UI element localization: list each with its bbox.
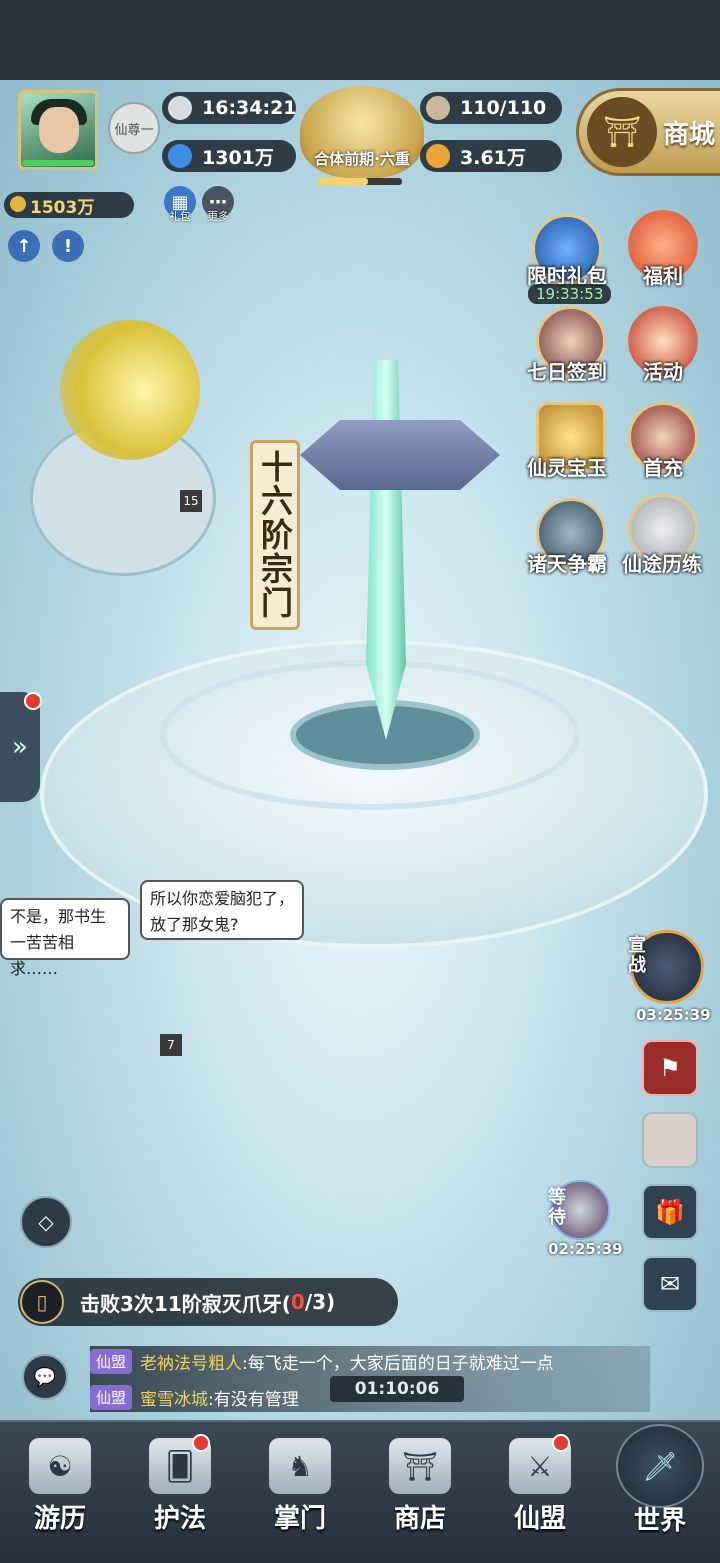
mail-icon[interactable]: ✉ xyxy=(642,1256,698,1312)
npc-dialog-right: 所以你恋爱脑犯了，放了那女鬼? xyxy=(140,880,304,940)
stamina-pill[interactable]: 110/110 xyxy=(420,92,562,124)
tower-level-badge: 7 xyxy=(160,1034,182,1056)
jade-label: 仙灵宝玉 xyxy=(527,456,607,480)
avatar-face xyxy=(39,107,79,153)
nav-alliance[interactable]: ⚔ 仙盟 xyxy=(480,1422,600,1563)
quest-text: 击败3次11阶寂灭爪牙( xyxy=(80,1291,291,1316)
realm-label: 合体前期·六重 xyxy=(314,150,410,168)
quest-total: /3) xyxy=(304,1290,336,1314)
beast-icon: ♞ xyxy=(269,1438,331,1494)
realm-progress-bar xyxy=(318,178,402,185)
elder-portrait-icon[interactable] xyxy=(642,1112,698,1168)
npc-dialog-left: 不是，那书生一苦苦相求…… xyxy=(0,898,130,978)
rank-badge[interactable]: 仙尊一 xyxy=(108,102,160,154)
nav-store[interactable]: ⛩ 商店 xyxy=(360,1422,480,1563)
quest-progress: 0 xyxy=(290,1290,305,1314)
chat-sender[interactable]: 蜜雪冰城 xyxy=(140,1385,208,1410)
nav-world[interactable]: 🗡 世界 xyxy=(600,1422,720,1563)
gold-pill[interactable]: 1503万 xyxy=(4,192,134,218)
welfare-label: 福利 xyxy=(643,264,683,288)
nav-label: 掌门 xyxy=(273,1504,326,1534)
bundle-icon[interactable]: 🎁 xyxy=(642,1184,698,1240)
nav-label: 商店 xyxy=(393,1504,446,1534)
person-icon xyxy=(426,96,450,120)
chat-message: 仙盟 老衲法号粗人 :每飞走一个，大家后面的日子就难过一点 xyxy=(90,1346,650,1376)
nav-label: 仙盟 xyxy=(513,1504,566,1534)
golden-moon-ornament xyxy=(60,320,200,460)
quest-scroll-icon: ▯ xyxy=(20,1280,64,1324)
top-safe-area xyxy=(0,0,720,80)
moon-icon xyxy=(168,96,192,120)
first-recharge-label: 首充 xyxy=(643,456,683,480)
side-tab-badge xyxy=(24,692,42,710)
trial-label: 仙途历练 xyxy=(622,552,702,576)
nav-label: 游历 xyxy=(33,1504,86,1534)
wait-timer: 02:25:39 xyxy=(548,1240,623,1258)
player-avatar[interactable] xyxy=(18,90,98,170)
nav-badge xyxy=(552,1434,570,1452)
yinyang-icon: ☯ xyxy=(29,1438,91,1494)
wait-label: 等待 xyxy=(548,1187,566,1228)
nav-badge xyxy=(192,1434,210,1452)
chevron-right-icon: » xyxy=(12,732,28,762)
player-hp-bar xyxy=(22,160,94,166)
spirit-stone-icon xyxy=(168,144,192,168)
gift-label: 礼包 xyxy=(169,210,191,223)
sword-guard xyxy=(300,420,500,490)
diamond-icon[interactable]: ◇ xyxy=(20,1196,72,1248)
power-value: 3.61万 xyxy=(460,146,526,169)
island-level-badge: 15 xyxy=(180,490,202,512)
chat-timer: 01:10:06 xyxy=(330,1376,464,1402)
chat-channel-tag: 仙盟 xyxy=(90,1384,133,1410)
gold-value: 1503万 xyxy=(30,197,95,218)
chat-channel-tag: 仙盟 xyxy=(90,1348,133,1374)
flame-plus-icon xyxy=(426,144,450,168)
chat-text: :每飞走一个，大家后面的日子就难过一点 xyxy=(242,1353,554,1374)
spirit-stone-value: 1301万 xyxy=(202,146,274,169)
war-timer: 03:25:39 xyxy=(636,1006,711,1024)
time-pill: 16:34:21 xyxy=(162,92,297,124)
nav-guardian[interactable]: 🂠 护法 xyxy=(120,1422,240,1563)
gold-icon xyxy=(10,196,26,212)
mall-label: 商城 xyxy=(663,119,716,150)
more-label: 更多 xyxy=(207,210,229,223)
quest-tracker[interactable]: ▯ 击败3次11阶寂灭爪牙(0/3) xyxy=(18,1278,398,1326)
bottom-nav: ☯ 游历 🂠 护法 ♞ 掌门 ⛩ 商店 ⚔ 仙盟 🗡 世界 xyxy=(0,1420,720,1563)
checkin-label: 七日签到 xyxy=(527,360,607,384)
warning-icon[interactable]: ! xyxy=(52,230,84,262)
spirit-stone-pill[interactable]: 1301万 xyxy=(162,140,296,172)
chat-icon[interactable]: 💬 xyxy=(22,1354,68,1400)
war-label: 宣战 xyxy=(628,935,646,976)
flag-icon[interactable]: ⚑ xyxy=(642,1040,698,1096)
activity-label: 活动 xyxy=(643,360,683,384)
sect-level-banner[interactable]: 十六阶宗门 xyxy=(250,440,300,630)
power-pill[interactable]: 3.61万 xyxy=(420,140,562,172)
sword-icon: 🗡 xyxy=(616,1424,704,1508)
time-value: 16:34:21 xyxy=(202,97,297,119)
nav-label: 护法 xyxy=(153,1504,206,1534)
nav-label: 世界 xyxy=(633,1506,686,1536)
realm-progress-fill xyxy=(318,178,369,185)
mall-button[interactable]: ⛩ 商城 xyxy=(576,88,720,176)
pavilion-icon: ⛩ xyxy=(389,1438,451,1494)
chat-text: :有没有管理 xyxy=(208,1389,299,1410)
limited-gift-timer: 19:33:53 xyxy=(528,284,612,304)
nav-sect-master[interactable]: ♞ 掌门 xyxy=(240,1422,360,1563)
chat-sender[interactable]: 老衲法号粗人 xyxy=(140,1349,242,1374)
pavilion-icon: ⛩ xyxy=(587,97,657,167)
upgrade-arrow-icon[interactable]: ↑ xyxy=(8,230,40,262)
stamina-value: 110/110 xyxy=(460,97,547,119)
nav-travel[interactable]: ☯ 游历 xyxy=(0,1422,120,1563)
